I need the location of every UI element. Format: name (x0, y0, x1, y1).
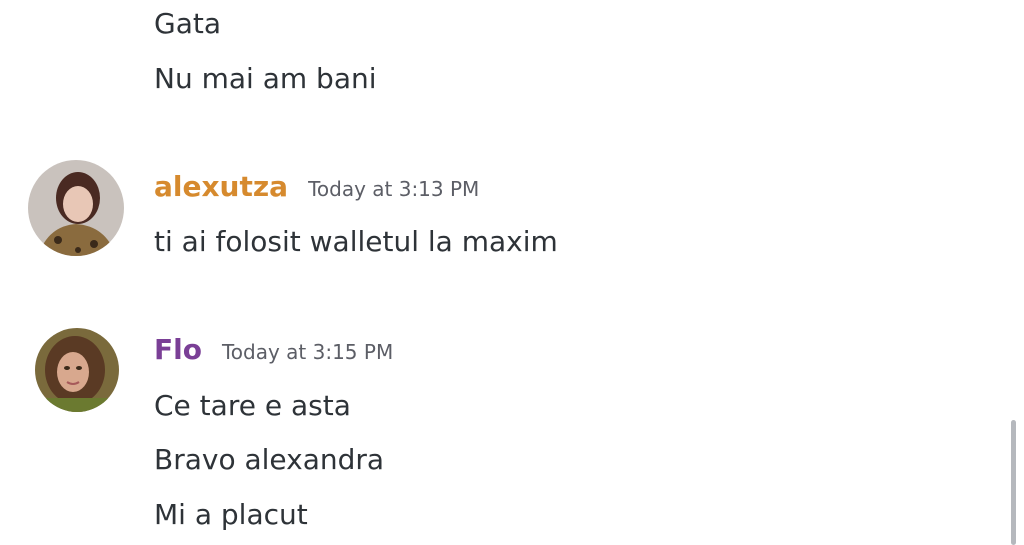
message-text: Nu mai am bani (154, 62, 377, 95)
message-text: Ce tare e asta (154, 389, 351, 422)
username[interactable]: alexutza (154, 170, 288, 204)
avatar[interactable] (28, 160, 124, 256)
message-header: Flo Today at 3:15 PM (154, 333, 393, 367)
user-avatar-icon (35, 328, 119, 412)
message-header: alexutza Today at 3:13 PM (154, 170, 479, 204)
avatar[interactable] (35, 328, 119, 412)
message-text: Bravo alexandra (154, 443, 385, 476)
username[interactable]: Flo (154, 333, 202, 367)
user-avatar-icon (28, 160, 124, 256)
message-text: ti ai folosit walletul la maxim (154, 225, 558, 258)
scrollbar[interactable] (1011, 420, 1016, 545)
message-text: Gata (154, 7, 221, 40)
timestamp: Today at 3:13 PM (308, 177, 480, 201)
timestamp: Today at 3:15 PM (221, 340, 394, 364)
message-text: Mi a placut (154, 498, 308, 531)
